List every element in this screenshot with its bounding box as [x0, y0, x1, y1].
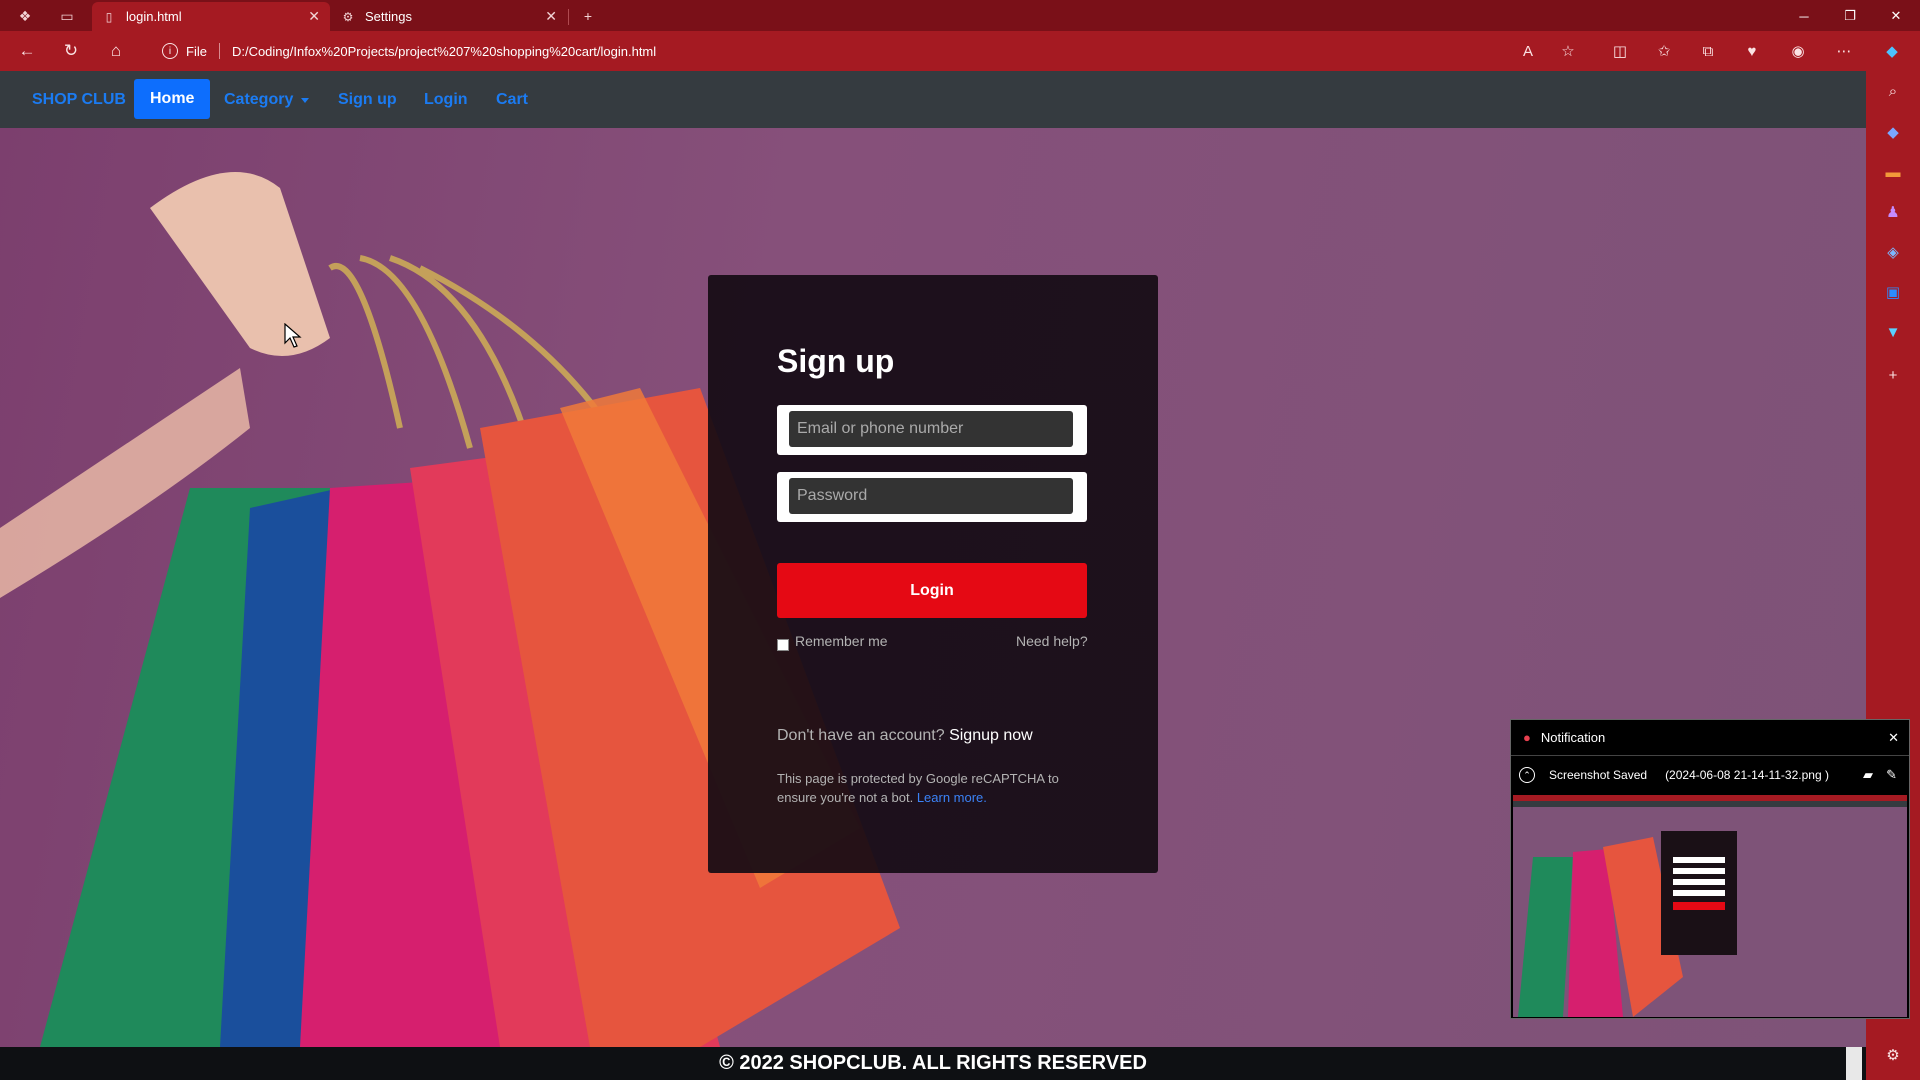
remember-checkbox[interactable] — [777, 639, 789, 651]
site-footer: © 2022 SHOPCLUB. ALL RIGHTS RESERVED — [0, 1047, 1866, 1080]
scrollbar[interactable] — [1846, 1047, 1862, 1080]
need-help-link[interactable]: Need help? — [1016, 633, 1088, 649]
nav-category-label: Category — [224, 91, 294, 108]
edit-icon[interactable]: ✎ — [1886, 767, 1897, 783]
tab-login[interactable]: ▯ login.html ✕ — [92, 2, 330, 31]
notification-title: Notification — [1540, 730, 1606, 745]
learn-more-link[interactable]: Learn more. — [917, 790, 987, 805]
gear-icon[interactable]: ⚙ — [1881, 1043, 1905, 1067]
nav-cart[interactable]: Cart — [496, 85, 528, 115]
password-field[interactable] — [789, 478, 1073, 514]
site-navbar: SHOP CLUB Home Category Sign up Login Ca… — [0, 71, 1866, 128]
search-icon[interactable]: ⌕ — [1881, 79, 1905, 103]
tab-settings-title: Settings — [365, 9, 412, 24]
gear-icon: ⚙ — [342, 9, 354, 24]
refresh-icon[interactable]: ↻ — [58, 39, 84, 63]
protocol-label: File — [186, 43, 207, 59]
favorites-icon[interactable]: ✩ — [1652, 39, 1676, 63]
tab-login-title: login.html — [126, 9, 182, 24]
address-toolbar: ← ↻ ⌂ i File D:/Coding/Infox%20Projects/… — [0, 31, 1920, 71]
signup-prompt: Don't have an account? Signup now — [777, 727, 1033, 745]
favorite-star-icon[interactable]: ☆ — [1556, 39, 1580, 63]
remember-label: Remember me — [795, 633, 888, 649]
no-account-text: Don't have an account? — [777, 727, 945, 744]
browser-tab-bar: ❖ ▭ ▯ login.html ✕ ⚙ Settings ✕ + ─ ❐ ✕ — [0, 0, 1920, 31]
email-field[interactable] — [789, 411, 1073, 447]
home-icon[interactable]: ⌂ — [103, 39, 129, 63]
close-window-icon[interactable]: ✕ — [1876, 4, 1916, 28]
workspaces-icon[interactable]: ❖ — [14, 5, 36, 27]
login-button[interactable]: Login — [777, 563, 1087, 618]
address-bar[interactable]: i File D:/Coding/Infox%20Projects/projec… — [150, 37, 1580, 65]
info-icon[interactable]: i — [162, 43, 178, 59]
chevron-down-icon — [301, 97, 310, 103]
outlook-icon[interactable]: ▣ — [1881, 280, 1905, 304]
email-field-wrapper — [777, 405, 1087, 455]
collapse-icon[interactable]: ⌃ — [1519, 767, 1535, 783]
games-icon[interactable]: ♟ — [1881, 200, 1905, 224]
url-text[interactable]: D:/Coding/Infox%20Projects/project%207%2… — [232, 44, 656, 59]
nav-login[interactable]: Login — [424, 85, 468, 115]
screenshot-notification: ● Notification ✕ ⌃ Screenshot Saved (202… — [1510, 719, 1910, 1019]
address-divider — [218, 43, 220, 59]
minimize-icon[interactable]: ─ — [1784, 4, 1824, 28]
more-options-icon[interactable]: ⋯ — [1832, 39, 1856, 63]
remember-me[interactable]: Remember me — [777, 631, 888, 651]
browser-essentials-icon[interactable]: ♥ — [1740, 39, 1764, 63]
record-icon: ● — [1523, 730, 1531, 745]
microsoft-365-icon[interactable]: ◈ — [1881, 240, 1905, 264]
notification-status: Screenshot Saved — [1549, 768, 1648, 782]
close-icon[interactable]: ✕ — [1888, 730, 1899, 746]
copilot-icon[interactable]: ◆ — [1880, 39, 1904, 63]
tab-actions-icon[interactable]: ▭ — [56, 5, 78, 27]
recaptcha-notice: This page is protected by Google reCAPTC… — [777, 769, 1087, 807]
close-icon[interactable]: ✕ — [545, 8, 557, 25]
notification-header: ● Notification ✕ — [1511, 720, 1909, 756]
collections-icon[interactable]: ⧉ — [1696, 39, 1720, 63]
notification-filename: (2024-06-08 21-14-11-32.png ) — [1665, 768, 1829, 782]
nav-signup[interactable]: Sign up — [338, 85, 397, 115]
signup-card: Sign up Login Remember me Need help? Don… — [708, 275, 1158, 873]
nav-category[interactable]: Category — [224, 85, 310, 115]
file-icon: ▯ — [105, 9, 113, 24]
split-screen-icon[interactable]: ◫ — [1608, 39, 1632, 63]
password-field-wrapper — [777, 472, 1087, 522]
profile-avatar-icon[interactable]: ◉ — [1786, 39, 1810, 63]
nav-home[interactable]: Home — [134, 79, 211, 119]
back-icon[interactable]: ← — [14, 39, 40, 63]
screenshot-thumbnail[interactable] — [1513, 795, 1907, 1017]
tab-divider — [568, 9, 569, 25]
form-title: Sign up — [777, 343, 895, 379]
tools-icon[interactable]: ▬ — [1881, 160, 1905, 184]
brand-link[interactable]: SHOP CLUB — [32, 85, 126, 115]
tab-settings[interactable]: ⚙ Settings ✕ — [331, 2, 567, 31]
add-icon[interactable]: + — [1881, 363, 1905, 387]
drop-icon[interactable]: ▼ — [1881, 320, 1905, 344]
close-icon[interactable]: ✕ — [308, 8, 320, 25]
read-aloud-icon[interactable]: A — [1516, 39, 1540, 63]
mouse-cursor-icon — [284, 323, 302, 348]
shopping-tag-icon[interactable]: ◆ — [1881, 120, 1905, 144]
restore-icon[interactable]: ❐ — [1830, 4, 1870, 28]
notification-status-row: ⌃ Screenshot Saved (2024-06-08 21-14-11-… — [1511, 757, 1909, 793]
signup-now-link[interactable]: Signup now — [949, 727, 1033, 744]
new-tab-icon[interactable]: + — [577, 5, 599, 27]
folder-icon[interactable]: ▰ — [1863, 767, 1873, 783]
